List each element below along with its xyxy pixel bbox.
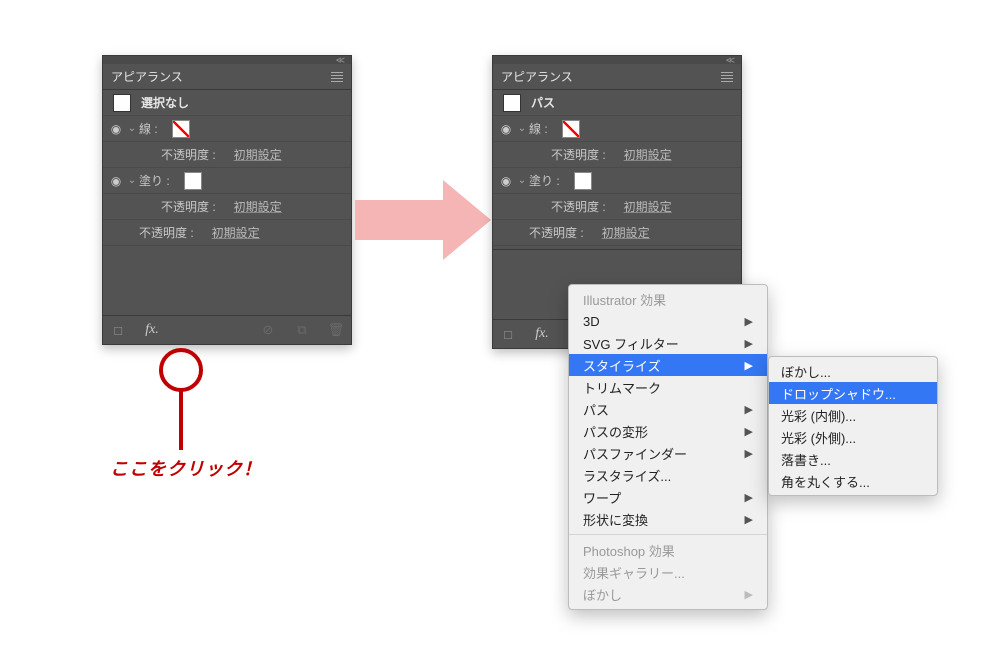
chevron-down-icon[interactable]: ⌄ bbox=[515, 123, 529, 134]
overall-opacity-value[interactable]: 初期設定 bbox=[602, 224, 650, 241]
visibility-icon[interactable]: ◉ bbox=[107, 122, 125, 136]
menu-item-blur[interactable]: ぼかし▶ bbox=[569, 583, 767, 605]
menu-header-illustrator: Illustrator 効果 bbox=[569, 288, 767, 310]
submenu-arrow-icon: ▶ bbox=[745, 359, 753, 372]
submenu-item-outer-glow[interactable]: 光彩 (外側)... bbox=[769, 426, 937, 448]
submenu-item-round-corners[interactable]: 角を丸くする... bbox=[769, 470, 937, 492]
visibility-icon[interactable]: ◉ bbox=[497, 174, 515, 188]
submenu-item-feather[interactable]: ぼかし... bbox=[769, 360, 937, 382]
chevron-down-icon[interactable]: ⌄ bbox=[515, 175, 529, 186]
submenu-arrow-icon: ▶ bbox=[745, 337, 753, 350]
submenu-item-drop-shadow[interactable]: ドロップシャドウ... bbox=[769, 382, 937, 404]
callout-line bbox=[179, 390, 183, 450]
menu-item-trim-marks[interactable]: トリムマーク bbox=[569, 376, 767, 398]
submenu-arrow-icon: ▶ bbox=[745, 315, 753, 328]
menu-item-pathfinder[interactable]: パスファインダー▶ bbox=[569, 442, 767, 464]
no-selection-swatch bbox=[113, 94, 131, 112]
menu-item-path[interactable]: パス▶ bbox=[569, 398, 767, 420]
submenu-arrow-icon: ▶ bbox=[745, 403, 753, 416]
fx-button[interactable]: fx. bbox=[533, 326, 551, 342]
duplicate-icon[interactable]: ⧉ bbox=[293, 322, 311, 338]
fx-button[interactable]: fx. bbox=[143, 322, 161, 338]
panel-collapse-bar[interactable]: ≪ bbox=[103, 56, 351, 64]
collapse-icon: ≪ bbox=[726, 55, 735, 66]
submenu-arrow-icon: ▶ bbox=[745, 513, 753, 526]
submenu-arrow-icon: ▶ bbox=[745, 425, 753, 438]
overall-opacity-label: 不透明度 : bbox=[139, 224, 194, 241]
menu-item-rasterize[interactable]: ラスタライズ... bbox=[569, 464, 767, 486]
callout-circle bbox=[159, 348, 203, 392]
stroke-color-swatch[interactable] bbox=[172, 120, 190, 138]
fill-opacity-label: 不透明度 : bbox=[161, 198, 216, 215]
stroke-label: 線 : bbox=[529, 120, 548, 137]
overall-opacity-value[interactable]: 初期設定 bbox=[212, 224, 260, 241]
fill-color-swatch[interactable] bbox=[574, 172, 592, 190]
callout-text: ここをクリック！ bbox=[110, 455, 262, 481]
submenu-arrow-icon: ▶ bbox=[745, 447, 753, 460]
clear-appearance-icon[interactable]: ⊘ bbox=[259, 322, 277, 338]
panel-menu-icon[interactable] bbox=[721, 72, 733, 82]
fill-opacity-label: 不透明度 : bbox=[551, 198, 606, 215]
fill-label: 塗り : bbox=[529, 172, 560, 189]
submenu-item-inner-glow[interactable]: 光彩 (内側)... bbox=[769, 404, 937, 426]
panel-menu-icon[interactable] bbox=[331, 72, 343, 82]
visibility-icon[interactable]: ◉ bbox=[497, 122, 515, 136]
submenu-arrow-icon: ▶ bbox=[745, 491, 753, 504]
panel-tab-appearance[interactable]: アピアランス bbox=[501, 68, 573, 85]
stroke-opacity-label: 不透明度 : bbox=[161, 146, 216, 163]
menu-item-warp[interactable]: ワープ▶ bbox=[569, 486, 767, 508]
stroke-opacity-value[interactable]: 初期設定 bbox=[624, 146, 672, 163]
transition-arrow bbox=[355, 180, 495, 260]
stroke-opacity-value[interactable]: 初期設定 bbox=[234, 146, 282, 163]
menu-item-convert-shape[interactable]: 形状に変換▶ bbox=[569, 508, 767, 530]
menu-item-svg-filter[interactable]: SVG フィルター▶ bbox=[569, 332, 767, 354]
selection-status: 選択なし bbox=[141, 94, 189, 111]
fill-opacity-value[interactable]: 初期設定 bbox=[624, 198, 672, 215]
menu-header-photoshop: Photoshop 効果 bbox=[569, 539, 767, 561]
panel-collapse-bar[interactable]: ≪ bbox=[493, 56, 741, 64]
submenu-item-scribble[interactable]: 落書き... bbox=[769, 448, 937, 470]
new-art-icon[interactable]: □ bbox=[109, 323, 127, 338]
stylize-submenu: ぼかし... ドロップシャドウ... 光彩 (内側)... 光彩 (外側)...… bbox=[768, 356, 938, 496]
collapse-icon: ≪ bbox=[336, 55, 345, 66]
menu-item-distort[interactable]: パスの変形▶ bbox=[569, 420, 767, 442]
submenu-arrow-icon: ▶ bbox=[745, 588, 753, 601]
chevron-down-icon[interactable]: ⌄ bbox=[125, 123, 139, 134]
fill-opacity-value[interactable]: 初期設定 bbox=[234, 198, 282, 215]
new-art-icon[interactable]: □ bbox=[499, 327, 517, 342]
menu-item-stylize[interactable]: スタイライズ▶ bbox=[569, 354, 767, 376]
visibility-icon[interactable]: ◉ bbox=[107, 174, 125, 188]
fill-color-swatch[interactable] bbox=[184, 172, 202, 190]
stroke-label: 線 : bbox=[139, 120, 158, 137]
overall-opacity-label: 不透明度 : bbox=[529, 224, 584, 241]
menu-item-3d[interactable]: 3D▶ bbox=[569, 310, 767, 332]
stroke-opacity-label: 不透明度 : bbox=[551, 146, 606, 163]
menu-item-effect-gallery[interactable]: 効果ギャラリー... bbox=[569, 561, 767, 583]
panel-tab-appearance[interactable]: アピアランス bbox=[111, 68, 183, 85]
chevron-down-icon[interactable]: ⌄ bbox=[125, 175, 139, 186]
appearance-panel-left: ≪ アピアランス 選択なし ◉ ⌄ 線 : 不透明度 : 初期設定 ◉ ⌄ 塗り… bbox=[102, 55, 352, 345]
selection-status: パス bbox=[531, 94, 555, 111]
stroke-color-swatch[interactable] bbox=[562, 120, 580, 138]
fill-label: 塗り : bbox=[139, 172, 170, 189]
path-swatch bbox=[503, 94, 521, 112]
fx-context-menu: Illustrator 効果 3D▶ SVG フィルター▶ スタイライズ▶ トリ… bbox=[568, 284, 768, 610]
trash-icon[interactable]: 🗑 bbox=[327, 322, 345, 338]
